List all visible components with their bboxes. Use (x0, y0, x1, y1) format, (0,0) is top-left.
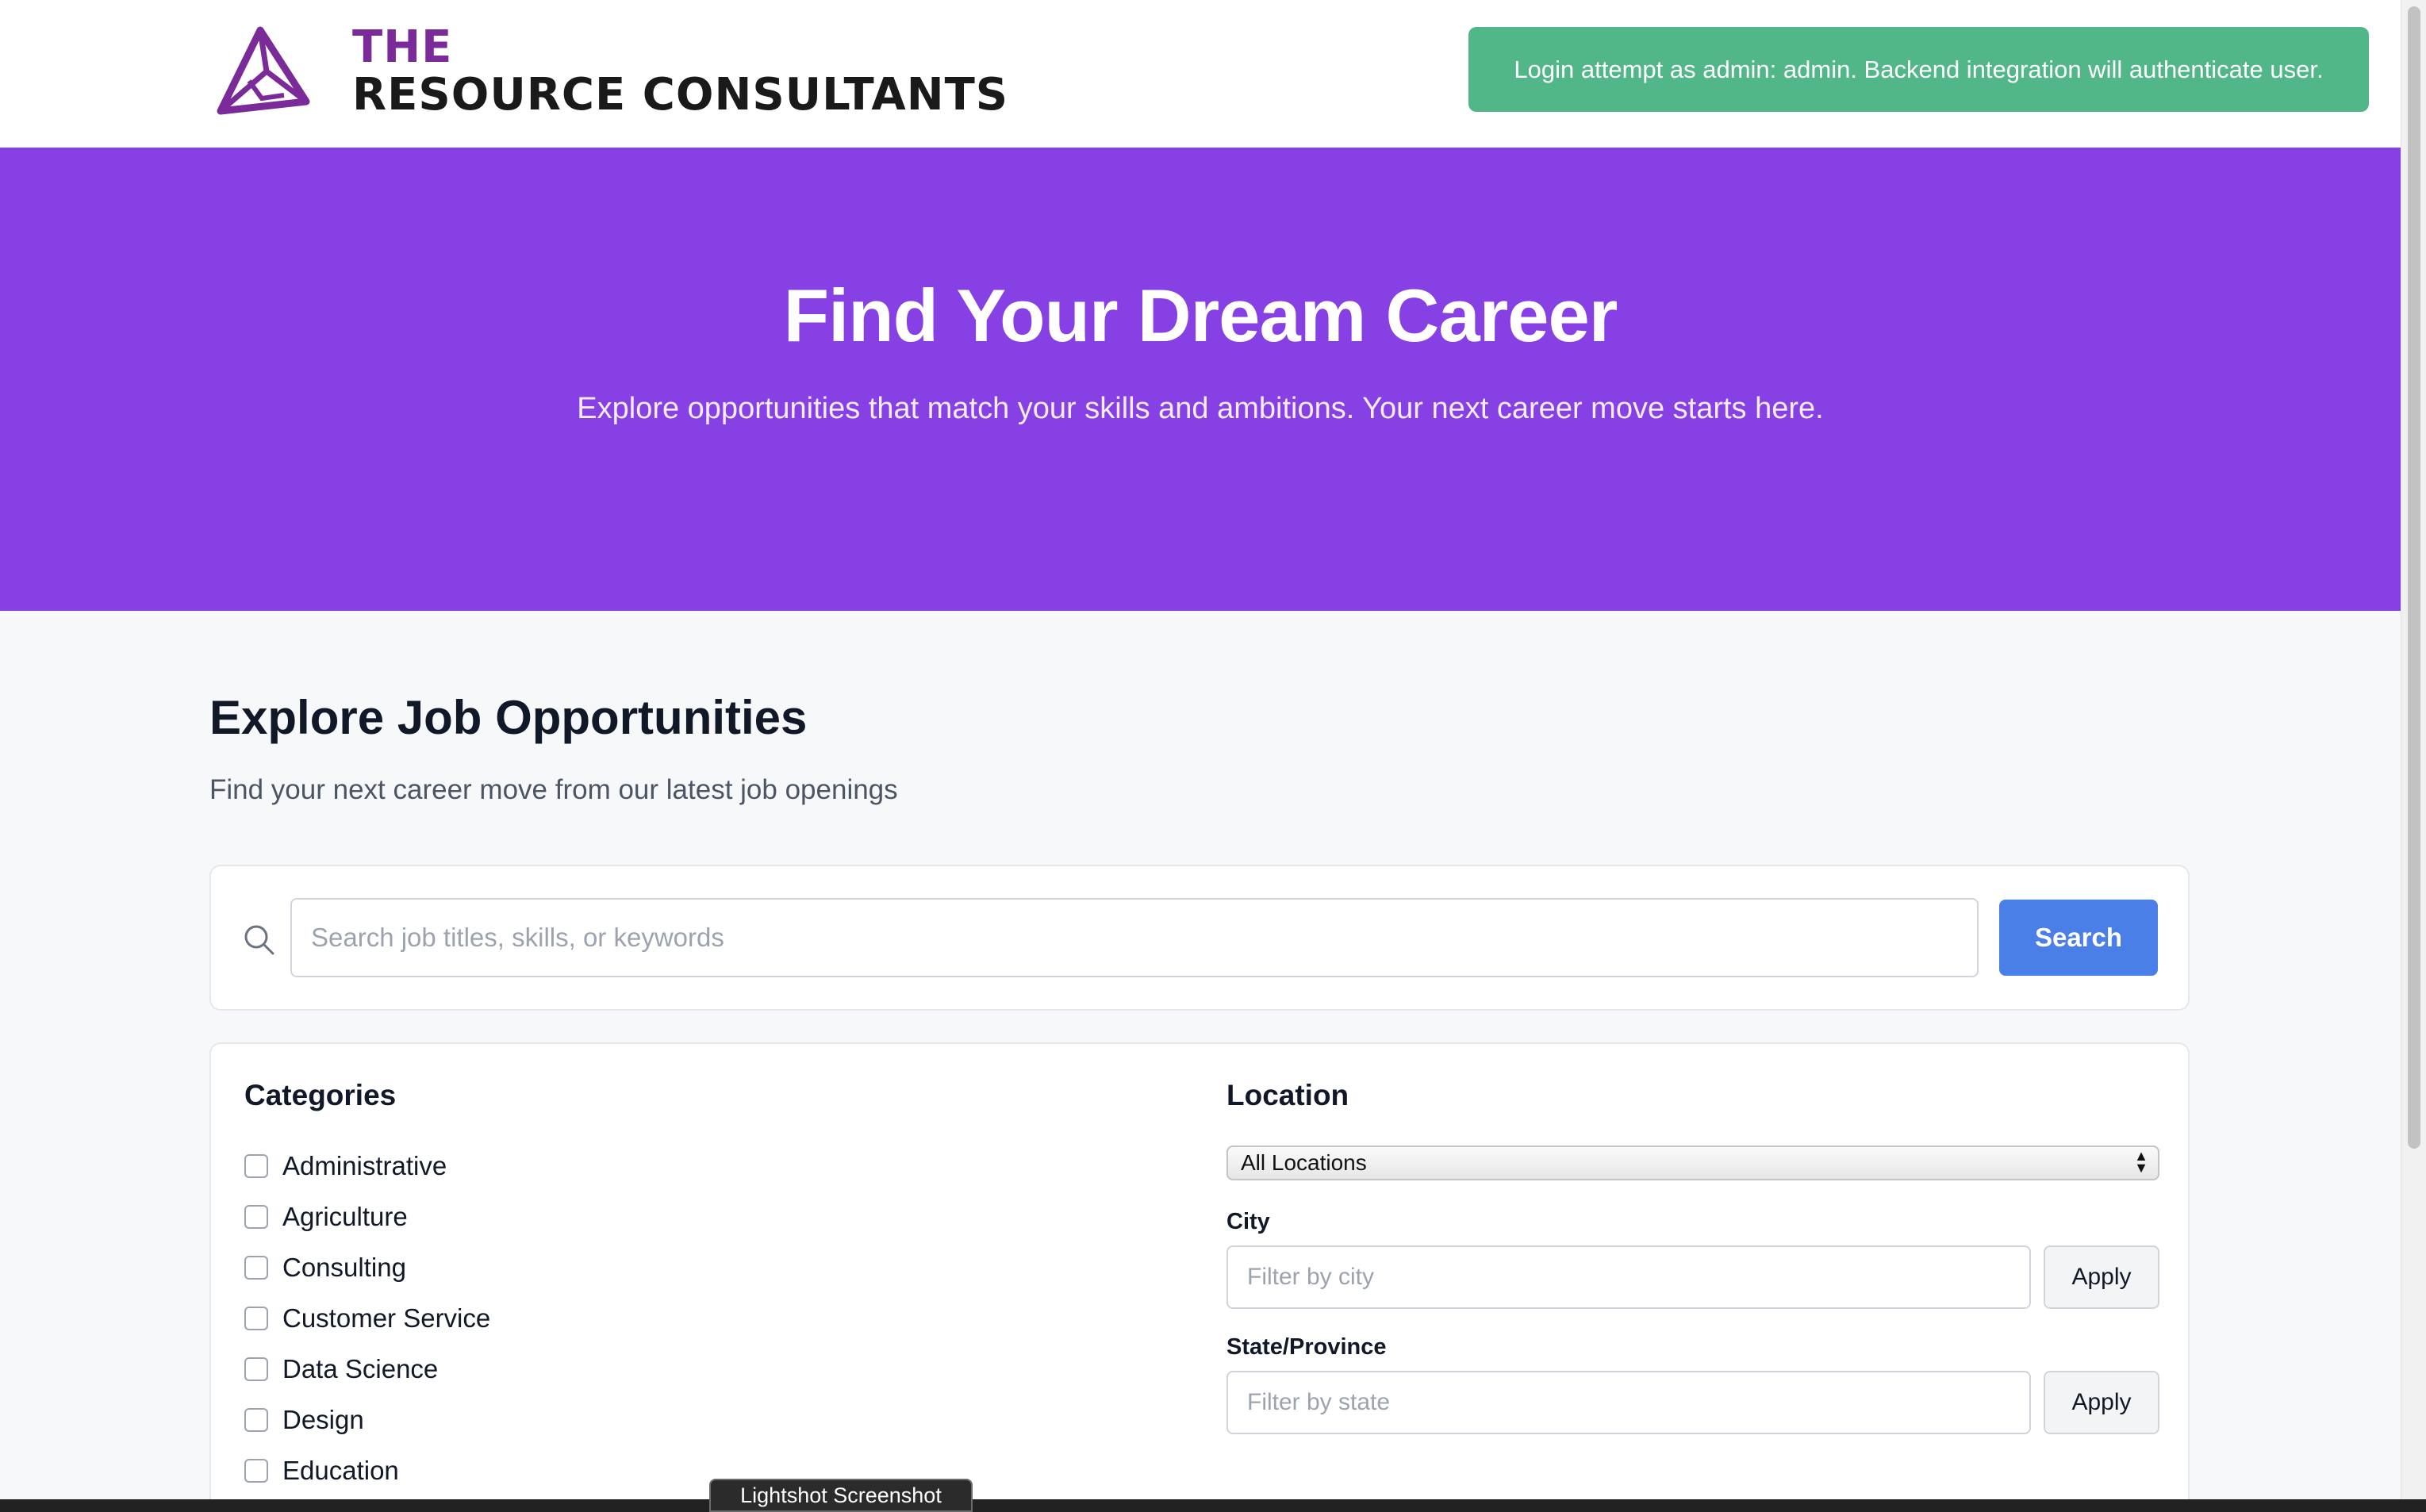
search-card: Search (209, 865, 2190, 1011)
category-item[interactable]: Administrative (244, 1141, 490, 1192)
section-title: Explore Job Opportunities (209, 691, 808, 744)
category-item[interactable]: Design (244, 1395, 490, 1445)
logo-triangle-icon (217, 26, 310, 115)
jobs-section: Explore Job Opportunities Find your next… (0, 611, 2401, 1512)
city-label: City (1226, 1209, 1270, 1234)
bottom-strip (0, 1499, 2426, 1512)
city-filter-input[interactable] (1226, 1245, 2031, 1309)
category-label: Data Science (282, 1354, 439, 1383)
page-scrollbar[interactable] (2401, 0, 2426, 1512)
hero-title: Find Your Dream Career (783, 274, 1618, 357)
logo-line-the: THE (352, 21, 453, 73)
hero-banner: Find Your Dream Career Explore opportuni… (0, 148, 2401, 611)
category-checkbox[interactable] (244, 1357, 268, 1381)
category-label: Consulting (282, 1253, 406, 1282)
login-toast: Login attempt as admin: admin. Backend i… (1468, 27, 2369, 112)
category-list: Administrative Agriculture Consulting Cu… (244, 1141, 490, 1496)
category-label: Administrative (282, 1151, 447, 1180)
category-item[interactable]: Education (244, 1445, 490, 1496)
categories-heading: Categories (244, 1079, 397, 1111)
category-item[interactable]: Consulting (244, 1242, 490, 1293)
hero-subtitle: Explore opportunities that match your sk… (577, 392, 1824, 425)
category-label: Design (282, 1405, 364, 1434)
category-label: Education (282, 1456, 399, 1485)
logo-wordmark: THE RESOURCE CONSULTANTS (352, 25, 1008, 117)
category-checkbox[interactable] (244, 1154, 268, 1178)
search-button[interactable]: Search (1999, 900, 2158, 976)
state-filter-input[interactable] (1226, 1371, 2031, 1434)
location-heading: Location (1226, 1079, 1349, 1111)
location-selected-value: All Locations (1241, 1150, 1367, 1175)
search-icon (244, 925, 274, 955)
site-header: THE RESOURCE CONSULTANTS Login attempt a… (0, 0, 2401, 148)
category-label: Agriculture (282, 1202, 408, 1231)
category-item[interactable]: Data Science (244, 1344, 490, 1395)
location-select[interactable]: All Locations ▲ ▼ (1226, 1146, 2159, 1180)
filter-card: Categories Administrative Agriculture Co… (209, 1042, 2190, 1512)
category-checkbox[interactable] (244, 1256, 268, 1280)
category-checkbox[interactable] (244, 1408, 268, 1432)
category-item[interactable]: Agriculture (244, 1192, 490, 1242)
company-logo[interactable]: THE RESOURCE CONSULTANTS (214, 24, 1008, 119)
category-label: Customer Service (282, 1303, 491, 1333)
category-checkbox[interactable] (244, 1205, 268, 1229)
city-apply-button[interactable]: Apply (2044, 1245, 2159, 1309)
state-label: State/Province (1226, 1334, 1387, 1360)
lightshot-tooltip: Lightshot Screenshot (709, 1479, 973, 1512)
select-arrows-icon: ▲ ▼ (2134, 1148, 2148, 1176)
section-subtitle: Find your next career move from our late… (209, 774, 898, 805)
category-checkbox[interactable] (244, 1307, 268, 1330)
scrollbar-thumb[interactable] (2408, 6, 2420, 1149)
category-item[interactable]: Customer Service (244, 1293, 490, 1344)
job-search-input[interactable] (290, 898, 1979, 977)
category-checkbox[interactable] (244, 1459, 268, 1483)
state-apply-button[interactable]: Apply (2044, 1371, 2159, 1434)
logo-line-company: RESOURCE CONSULTANTS (352, 69, 1009, 121)
